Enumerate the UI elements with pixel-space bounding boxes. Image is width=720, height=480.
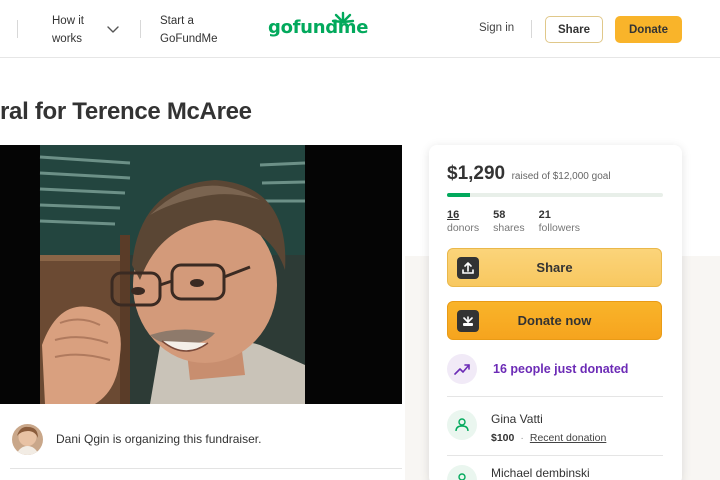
- donate-now-label: Donate now: [517, 313, 592, 328]
- donor-name: Gina Vatti: [491, 412, 543, 426]
- donor-name: Michael dembinski: [491, 466, 590, 480]
- campaign-title: ral for Terence McAree: [0, 98, 252, 125]
- share-button-label: Share: [536, 260, 573, 275]
- logo-sprout-icon: [331, 11, 355, 24]
- header-donate-button[interactable]: Donate: [615, 16, 682, 43]
- chevron-down-icon[interactable]: [106, 22, 120, 36]
- stat-donors[interactable]: 16 donors: [447, 209, 479, 235]
- sign-in-link[interactable]: Sign in: [479, 22, 514, 34]
- donor-amount-row: $100 · Recent donation: [491, 432, 606, 444]
- start-a-gofundme-link[interactable]: Start a GoFundMe: [160, 12, 230, 48]
- stat-number: 16: [447, 209, 460, 221]
- progress-fill: [447, 193, 471, 197]
- header-divider: [17, 20, 18, 38]
- goal-text: raised of $12,000 goal: [511, 171, 611, 182]
- stat-shares: 58 shares: [493, 209, 525, 235]
- top-navigation: How it works Start a GoFundMe gofundme S…: [0, 0, 720, 58]
- header-divider: [531, 20, 532, 38]
- recent-donations-trend: 16 people just donated: [447, 354, 628, 384]
- stat-followers: 21 followers: [539, 209, 580, 235]
- raised-summary: $1,290 raised of $12,000 goal: [447, 163, 611, 185]
- progress-bar: [447, 193, 663, 197]
- share-icon: [457, 257, 479, 279]
- how-it-works-menu[interactable]: How it works: [52, 12, 92, 48]
- organizer-avatar[interactable]: [12, 424, 43, 455]
- divider: [447, 396, 663, 397]
- header-share-button[interactable]: Share: [545, 16, 603, 43]
- trending-up-icon: [447, 354, 477, 384]
- stat-label: shares: [493, 222, 525, 234]
- stat-label: followers: [538, 222, 581, 234]
- gofundme-badge-icon: [457, 310, 479, 332]
- stats-row: 16 donors 58 shares 21 followers: [447, 209, 594, 235]
- donate-now-button[interactable]: Donate now: [447, 301, 662, 340]
- recent-donation-link[interactable]: Recent donation: [530, 432, 606, 444]
- separator-dot: ·: [520, 432, 524, 444]
- organizer-avatar-image: [12, 424, 43, 455]
- share-button[interactable]: Share: [447, 248, 662, 287]
- campaign-photo-image: [0, 145, 402, 404]
- organizer-text: Dani Qgin is organizing this fundraiser.: [56, 432, 262, 446]
- trend-text: 16 people just donated: [493, 362, 629, 376]
- divider: [447, 455, 663, 456]
- raised-amount: $1,290: [447, 163, 506, 184]
- campaign-photo[interactable]: [0, 145, 402, 404]
- stat-number: 58: [493, 209, 506, 221]
- divider: [10, 468, 402, 469]
- donation-card: $1,290 raised of $12,000 goal 16 donors …: [429, 145, 682, 480]
- donor-heart-icon: [447, 410, 477, 440]
- donor-amount: $100: [491, 432, 515, 444]
- stat-number: 21: [538, 209, 551, 221]
- donor-heart-icon: [447, 465, 477, 480]
- stat-label: donors: [447, 222, 480, 234]
- header-divider: [140, 20, 141, 38]
